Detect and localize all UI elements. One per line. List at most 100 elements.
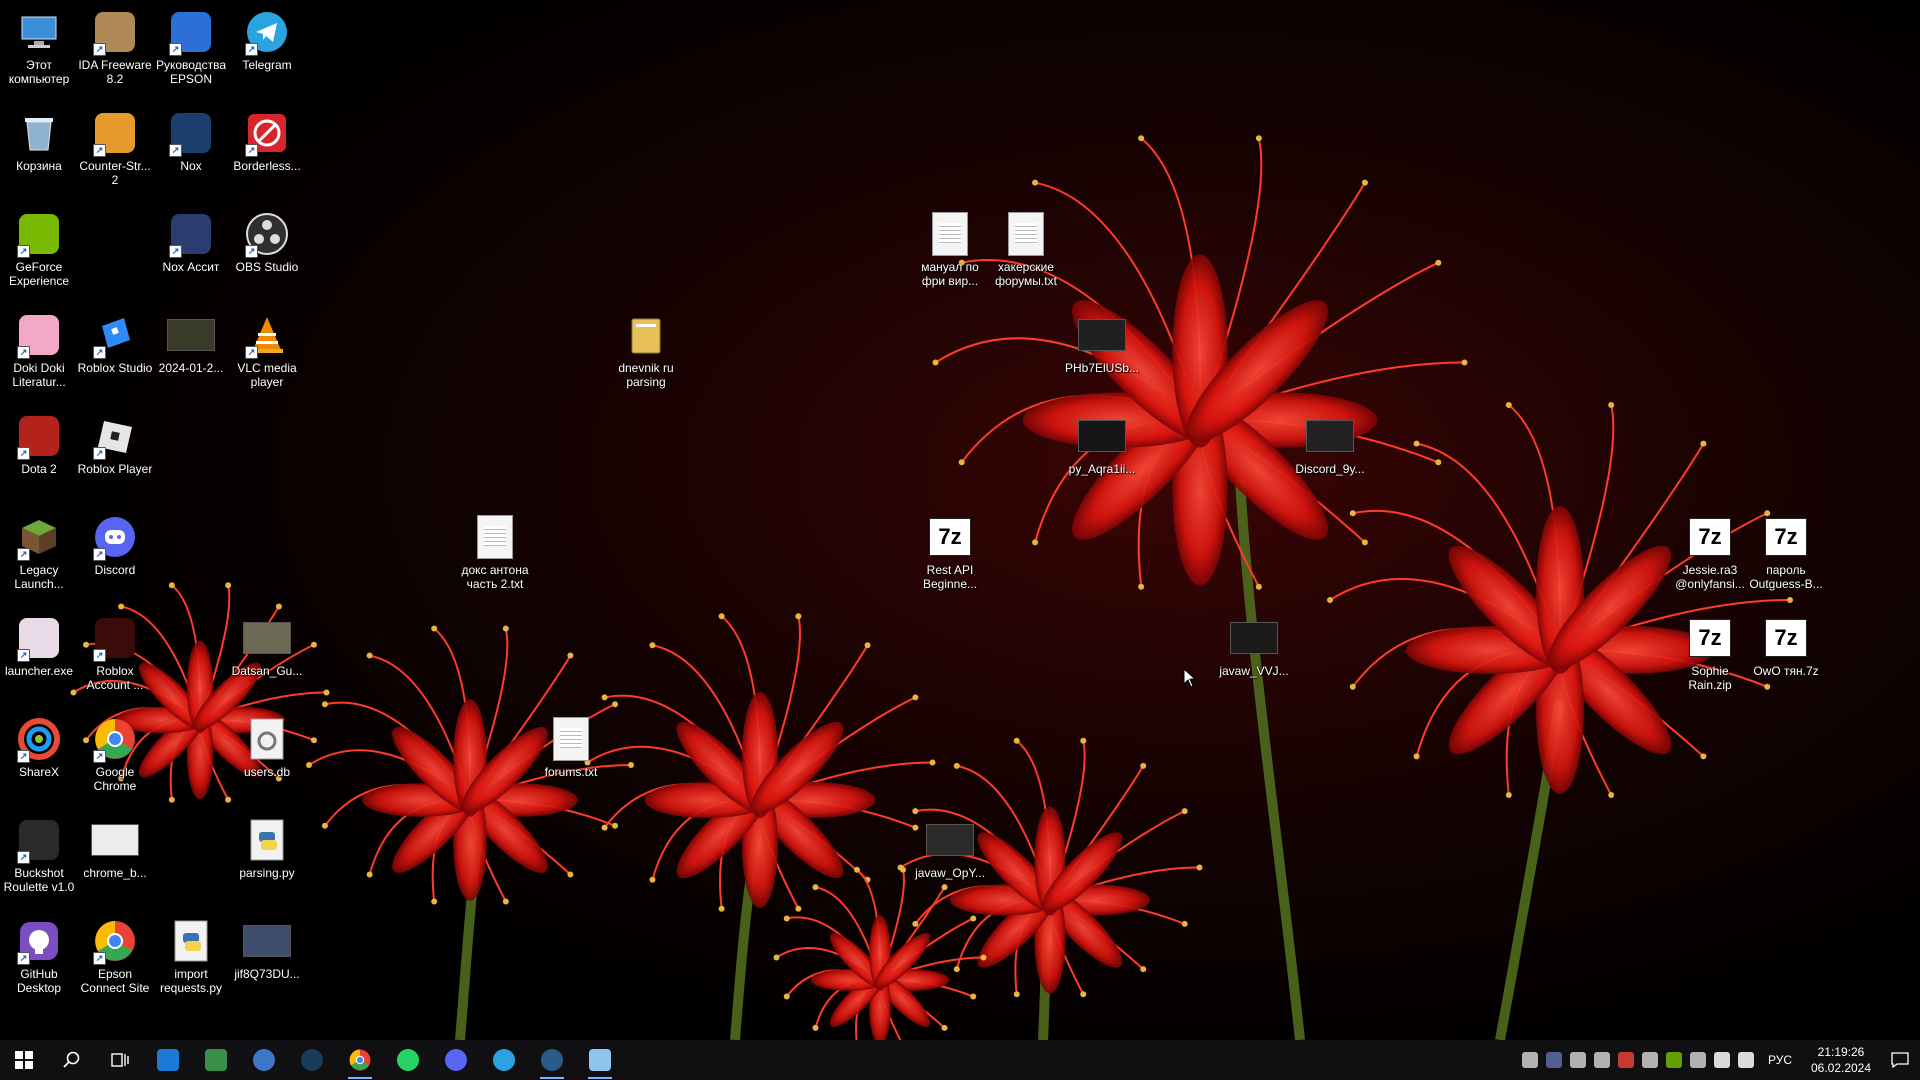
geforce-tray-icon[interactable] [1665, 1052, 1682, 1068]
desktop-icon-label: Этот компьютер [8, 58, 70, 86]
desktop-icon-label: Doki Doki Literatur... [12, 361, 66, 389]
desktop-icon[interactable]: forums.txt [532, 711, 610, 779]
desktop-icon[interactable]: хакерские форумы.txt [987, 206, 1065, 288]
steam-tray-icon[interactable] [1641, 1052, 1658, 1068]
shortcut-arrow-icon: ↗ [169, 43, 182, 56]
stamen-tip [567, 652, 574, 659]
desktop-icon[interactable]: докс антона часть 2.txt [456, 509, 534, 591]
python-file-icon [174, 920, 208, 962]
icon-glyph: ↗ [15, 614, 63, 662]
chrome-tray-icon[interactable] [1617, 1052, 1634, 1068]
desktop-icon[interactable]: ↗ IDA Freeware 8.2 [76, 4, 154, 86]
desktop-icon[interactable]: py_Aqra1ii... [1063, 408, 1141, 476]
desktop-icon[interactable]: chrome_b... [76, 812, 154, 880]
desktop-icon[interactable]: ↗ Roblox Account ... [76, 610, 154, 692]
desktop-icon[interactable]: ↗ Legacy Launch... [0, 509, 78, 591]
desktop-icon[interactable]: ↗ Google Chrome [76, 711, 154, 793]
taskbar-button[interactable] [336, 1040, 384, 1080]
desktop-icon[interactable]: ↗ Roblox Studio [76, 307, 154, 375]
taskbar-button[interactable] [528, 1040, 576, 1080]
icon-glyph: ↗ [91, 614, 139, 662]
desktop-icon[interactable]: мануал по фри вир... [911, 206, 989, 288]
usb-tray-icon[interactable] [1689, 1052, 1706, 1068]
shortcut-arrow-icon: ↗ [17, 447, 30, 460]
desktop-icon-label: Discord_9y... [1295, 462, 1365, 476]
desktop-icon[interactable]: 7z Rest API Beginne... [911, 509, 989, 591]
nox-tray-icon[interactable] [1545, 1052, 1562, 1068]
taskbar-button[interactable] [240, 1040, 288, 1080]
network-icon[interactable] [1713, 1052, 1730, 1068]
desktop-icon[interactable]: users.db [228, 711, 306, 779]
desktop-icon[interactable]: 7z Jessie.ra3 @onlyfansi... [1671, 509, 1749, 591]
taskbar-button[interactable] [576, 1040, 624, 1080]
icon-glyph [1002, 210, 1050, 258]
taskbar-pinned-apps [0, 1040, 624, 1080]
taskbar-button[interactable] [384, 1040, 432, 1080]
stamen-tip [502, 625, 509, 632]
desktop-icon[interactable]: ↗ Nox Ассит [152, 206, 230, 274]
desktop-icon[interactable]: ↗ Counter-Str... 2 [76, 105, 154, 187]
desktop-icon[interactable]: ↗ Nox [152, 105, 230, 173]
taskbar-button[interactable] [144, 1040, 192, 1080]
stamen-tip [502, 898, 509, 905]
taskbar-button[interactable] [288, 1040, 336, 1080]
desktop-icon[interactable]: 7z OwO тян.7z [1747, 610, 1825, 678]
taskbar-button[interactable] [0, 1040, 48, 1080]
taskbar-button[interactable] [432, 1040, 480, 1080]
desktop-icon[interactable]: ↗ OBS Studio [228, 206, 306, 274]
desktop-icon[interactable]: javaw_VVJ... [1215, 610, 1293, 678]
nvidia-tray-icon[interactable] [1593, 1052, 1610, 1068]
desktop-icon[interactable]: ↗ Руководства EPSON [152, 4, 230, 86]
desktop-icon[interactable]: ↗ launcher.exe [0, 610, 78, 678]
stamen-tip [1196, 864, 1203, 871]
stamen-tip [323, 689, 330, 696]
desktop-icon[interactable]: Этот компьютер [0, 4, 78, 86]
desktop-icon[interactable]: ↗ Borderless... [228, 105, 306, 173]
desktop-icon[interactable]: Datsan_Gu... [228, 610, 306, 678]
desktop-icon[interactable]: PHb7ElUSb... [1063, 307, 1141, 375]
stamen-tip [628, 762, 634, 768]
desktop-icon[interactable]: ↗ ShareX [0, 711, 78, 779]
desktop-icon[interactable]: ↗ Discord [76, 509, 154, 577]
icon-glyph: ↗ [243, 311, 291, 359]
desktop-icon[interactable]: ↗ Roblox Player [76, 408, 154, 476]
taskbar-button[interactable] [48, 1040, 96, 1080]
desktop-icon[interactable]: ↗ Telegram [228, 4, 306, 72]
desktop-icon-label: Roblox Studio [77, 361, 153, 375]
desktop-icon[interactable]: ↗ GitHub Desktop [0, 913, 78, 995]
stamen-tip [168, 582, 175, 589]
taskbar-clock[interactable]: 21:19:26 06.02.2024 [1802, 1044, 1880, 1076]
taskbar-button[interactable] [480, 1040, 528, 1080]
desktop-icon[interactable]: javaw_OpY... [911, 812, 989, 880]
stamen-tip [853, 866, 860, 873]
desktop-icon[interactable]: Корзина [0, 105, 78, 173]
icon-glyph: ↗ [91, 917, 139, 965]
desktop-icon[interactable]: parsing.py [228, 812, 306, 880]
desktop-icon[interactable]: jif8Q73DU... [228, 913, 306, 981]
image-thumbnail-icon [243, 622, 291, 654]
desktop-icon[interactable]: 7z Sophie Rain.zip [1671, 610, 1749, 692]
desktop-icon[interactable]: ↗ Buckshot Roulette v1.0 [0, 812, 78, 894]
desktop-icon[interactable]: ↗ VLC media player [228, 307, 306, 389]
desktop-icon[interactable]: ↗ Epson Connect Site [76, 913, 154, 995]
desktop-icon-label: Telegram [242, 58, 292, 72]
desktop-icon[interactable]: ↗ Dota 2 [0, 408, 78, 476]
desktop-icon[interactable]: 7z пароль Outguess-B... [1747, 509, 1825, 591]
steam-tray-icon[interactable] [1569, 1052, 1586, 1068]
stamen-tip [567, 871, 574, 878]
volume-icon[interactable] [1737, 1052, 1754, 1068]
desktop-icon[interactable]: import requests.py [152, 913, 230, 995]
desktop-icon[interactable]: Discord_9y... [1291, 408, 1369, 476]
desktop-icon[interactable]: 2024-01-2... [152, 307, 230, 375]
notification-center-button[interactable] [1880, 1040, 1920, 1080]
desktop-icon[interactable]: dnevnik ru parsing [607, 307, 685, 389]
qbittorrent-icon [253, 1049, 275, 1071]
discord-tray-icon[interactable] [1521, 1052, 1538, 1068]
input-language-indicator[interactable]: РУС [1768, 1053, 1792, 1067]
desktop-icon[interactable]: ↗ GeForce Experience [0, 206, 78, 288]
desktop-icon[interactable]: ↗ Doki Doki Literatur... [0, 307, 78, 389]
stamen-tip [1013, 991, 1020, 998]
icon-glyph: ↗ [15, 513, 63, 561]
taskbar-button[interactable] [96, 1040, 144, 1080]
taskbar-button[interactable] [192, 1040, 240, 1080]
